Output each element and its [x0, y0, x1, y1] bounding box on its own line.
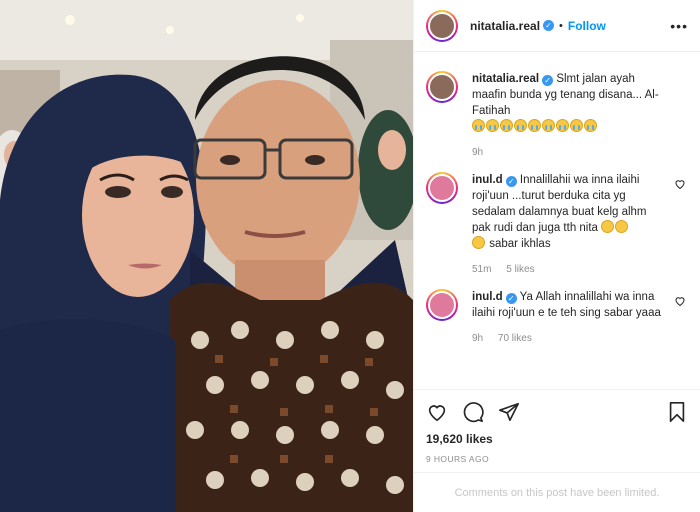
verified-badge-icon: ✓ — [543, 20, 555, 31]
crying-face-icon — [542, 119, 555, 132]
likes-count[interactable]: 19,620 likes — [426, 432, 688, 446]
like-comment-heart-icon[interactable] — [674, 178, 686, 190]
comment-icon[interactable] — [462, 401, 484, 423]
comment-body: inul.d ✓ Ya Allah innalillahi wa inna ila… — [472, 289, 686, 344]
caption-body: nitatalia.real ✓ Slmt jalan ayah maafin b… — [472, 71, 686, 158]
bookmark-icon[interactable] — [666, 401, 688, 423]
post-panel: nitatalia.real ✓ • Follow ••• nitatalia.… — [413, 0, 700, 512]
crying-face-icon — [472, 119, 485, 132]
smiling-halo-icon — [615, 220, 629, 233]
commenter-username[interactable]: inul.d — [472, 174, 503, 186]
crying-face-icon — [514, 119, 527, 132]
action-icons — [426, 400, 688, 424]
post-actions: 19,620 likes 9 HOURS AGO — [414, 389, 700, 464]
verified-badge-icon: ✓ — [542, 75, 554, 86]
comment-time[interactable]: 51m — [472, 264, 491, 275]
crying-face-icon — [528, 119, 541, 132]
crying-face-icon — [556, 119, 569, 132]
caption-text: nitatalia.real ✓ Slmt jalan ayah maafin b… — [472, 71, 664, 135]
comment-meta: 51m 5 likes — [472, 264, 664, 275]
post-photo[interactable] — [0, 0, 413, 512]
post-timestamp[interactable]: 9 HOURS AGO — [426, 454, 688, 464]
comment-content-tail: sabar ikhlas — [489, 238, 551, 250]
comment-item: inul.d ✓ Innalillahii wa inna ilaihi roji… — [426, 172, 686, 275]
comment-likes[interactable]: 70 likes — [498, 333, 532, 344]
commenter-username[interactable]: inul.d — [472, 291, 503, 303]
instagram-post: nitatalia.real ✓ • Follow ••• nitatalia.… — [0, 0, 700, 512]
share-icon[interactable] — [498, 401, 520, 423]
post-image — [0, 0, 413, 512]
caption-meta: 9h — [472, 147, 664, 158]
author-username[interactable]: nitatalia.real — [470, 19, 540, 33]
crying-face-icon — [570, 119, 583, 132]
caption-time[interactable]: 9h — [472, 147, 483, 158]
header-info: nitatalia.real ✓ • Follow — [470, 19, 606, 33]
comments-list[interactable]: nitatalia.real ✓ Slmt jalan ayah maafin b… — [414, 53, 700, 387]
heart-icon[interactable] — [426, 401, 448, 423]
smiling-halo-icon — [601, 220, 615, 233]
comment-meta: 9h 70 likes — [472, 333, 664, 344]
comment-body: inul.d ✓ Innalillahii wa inna ilaihi roji… — [472, 172, 686, 275]
author-avatar[interactable] — [426, 9, 458, 42]
comments-limited-notice: Comments on this post have been limited. — [414, 472, 700, 512]
comment-text: inul.d ✓ Ya Allah innalillahi wa inna ila… — [472, 289, 664, 321]
separator-dot: • — [559, 19, 563, 32]
commenter-avatar[interactable] — [426, 172, 458, 204]
crying-face-icon — [584, 119, 597, 132]
caption-username[interactable]: nitatalia.real — [472, 73, 539, 85]
verified-badge-icon: ✓ — [505, 293, 517, 304]
crying-face-icon — [500, 119, 513, 132]
like-comment-heart-icon[interactable] — [674, 295, 686, 307]
post-header: nitatalia.real ✓ • Follow ••• — [414, 0, 700, 52]
comment-item: inul.d ✓ Ya Allah innalillahi wa inna ila… — [426, 289, 686, 344]
comment-likes[interactable]: 5 likes — [506, 264, 534, 275]
crying-face-icon — [486, 119, 499, 132]
verified-badge-icon: ✓ — [505, 176, 517, 187]
follow-button[interactable]: Follow — [568, 19, 606, 33]
caption: nitatalia.real ✓ Slmt jalan ayah maafin b… — [426, 71, 686, 158]
commenter-avatar[interactable] — [426, 289, 458, 321]
smiling-halo-icon — [472, 236, 485, 249]
more-options-icon[interactable]: ••• — [670, 18, 688, 34]
comment-text: inul.d ✓ Innalillahii wa inna ilaihi roji… — [472, 172, 664, 252]
crying-emoji-row — [472, 119, 598, 133]
comment-time[interactable]: 9h — [472, 333, 483, 344]
caption-avatar[interactable] — [426, 71, 458, 103]
